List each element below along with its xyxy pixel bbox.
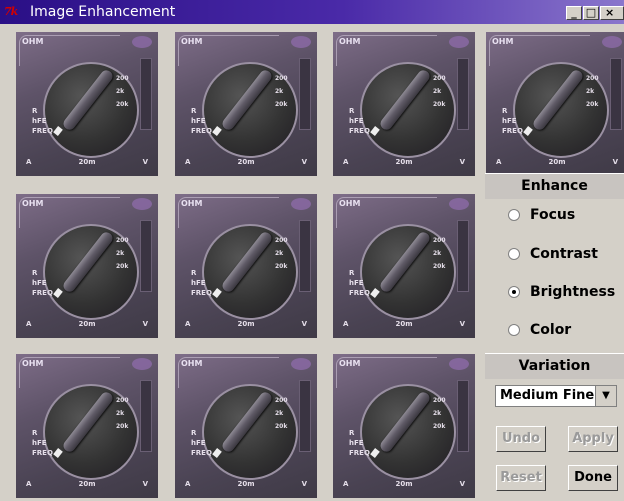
variation-thumbnail-8[interactable]: OHM RhFE FREQ 200 2k 20k A 20m V	[16, 354, 158, 498]
display-strip	[299, 380, 311, 452]
enhance-option-focus[interactable]: Focus	[508, 205, 575, 225]
dropdown-arrow-icon[interactable]: ▼	[595, 386, 616, 406]
undo-button[interactable]: Undo	[496, 426, 546, 452]
radio-label: Focus	[530, 207, 576, 223]
display-strip	[140, 58, 152, 130]
radio-button[interactable]	[508, 248, 520, 260]
variation-thumbnail-5[interactable]: OHM RhFE FREQ 200 2k 20k A 20m V	[16, 194, 158, 338]
plug-image	[449, 358, 469, 370]
dial-side-labels: RhFE FREQ	[32, 269, 53, 297]
dial-side-labels: RhFE FREQ	[191, 269, 212, 297]
dial-scale-labels: 200 2k 20k	[433, 397, 446, 430]
plug-image	[449, 198, 469, 210]
variation-thumbnail-1[interactable]: OHM RhFE FREQ 200 2k 20k A 20m V	[16, 32, 158, 176]
minimize-button[interactable]: _	[566, 6, 582, 20]
display-strip	[457, 220, 469, 292]
thumbnail-mode-label: OHM	[339, 199, 361, 208]
dial-side-labels: RhFE FREQ	[191, 429, 212, 457]
dial-side-labels: RhFE FREQ	[32, 107, 53, 135]
display-strip	[457, 58, 469, 130]
maximize-button[interactable]: □	[583, 6, 599, 20]
dial-scale-labels: 200 2k 20k	[275, 237, 288, 270]
dial-side-labels: RhFE FREQ	[32, 429, 53, 457]
display-strip	[140, 380, 152, 452]
dial-bottom-labels: A 20m V	[496, 158, 618, 166]
display-strip	[610, 58, 622, 130]
dial-bottom-labels: A 20m V	[26, 480, 148, 488]
plug-image	[132, 358, 152, 370]
enhance-header: Enhance	[485, 173, 624, 199]
thumbnail-mode-label: OHM	[22, 359, 44, 368]
variation-thumbnail-10[interactable]: OHM RhFE FREQ 200 2k 20k A 20m V	[333, 354, 475, 498]
display-strip	[299, 220, 311, 292]
plug-image	[602, 36, 622, 48]
thumbnail-mode-label: OHM	[22, 199, 44, 208]
radio-label: Contrast	[530, 246, 598, 262]
dial-bottom-labels: A 20m V	[185, 320, 307, 328]
plug-image	[291, 358, 311, 370]
radio-button[interactable]	[508, 324, 520, 336]
dial-bottom-labels: A 20m V	[343, 480, 465, 488]
plug-image	[291, 36, 311, 48]
dial-side-labels: RhFE FREQ	[191, 107, 212, 135]
dial-side-labels: RhFE FREQ	[349, 429, 370, 457]
thumbnail-mode-label: OHM	[339, 359, 361, 368]
dial-scale-labels: 200 2k 20k	[116, 397, 129, 430]
variation-select[interactable]: Medium Fine ▼	[495, 385, 617, 407]
radio-label: Brightness	[530, 284, 616, 300]
display-strip	[299, 58, 311, 130]
app-icon: 7k	[4, 5, 18, 18]
enhance-option-contrast[interactable]: Contrast	[508, 244, 598, 264]
enhance-option-color[interactable]: Color	[508, 320, 571, 340]
dial-scale-labels: 200 2k 20k	[275, 75, 288, 108]
plug-image	[132, 36, 152, 48]
dial-side-labels: RhFE FREQ	[349, 269, 370, 297]
dial-bottom-labels: A 20m V	[26, 158, 148, 166]
dial-scale-labels: 200 2k 20k	[116, 237, 129, 270]
thumbnail-mode-label: OHM	[492, 37, 514, 46]
thumbnail-mode-label: OHM	[22, 37, 44, 46]
variation-thumbnail-2[interactable]: OHM RhFE FREQ 200 2k 20k A 20m V	[175, 32, 317, 176]
dial-bottom-labels: A 20m V	[343, 158, 465, 166]
title-bar[interactable]: 7k Image Enhancement _ □ ×	[0, 0, 624, 24]
dial-scale-labels: 200 2k 20k	[433, 237, 446, 270]
dial-bottom-labels: A 20m V	[26, 320, 148, 328]
radio-button[interactable]	[508, 209, 520, 221]
reset-button[interactable]: Reset	[496, 465, 546, 491]
dial-scale-labels: 200 2k 20k	[275, 397, 288, 430]
apply-button[interactable]: Apply	[568, 426, 618, 452]
variation-thumbnail-3[interactable]: OHM RhFE FREQ 200 2k 20k A 20m V	[333, 32, 475, 176]
done-button[interactable]: Done	[568, 465, 618, 491]
dial-scale-labels: 200 2k 20k	[116, 75, 129, 108]
variation-thumbnail-7[interactable]: OHM RhFE FREQ 200 2k 20k A 20m V	[333, 194, 475, 338]
thumbnail-mode-label: OHM	[181, 359, 203, 368]
variation-thumbnail-4[interactable]: OHM RhFE FREQ 200 2k 20k A 20m V	[486, 32, 624, 176]
thumbnail-mode-label: OHM	[181, 37, 203, 46]
thumbnail-mode-label: OHM	[339, 37, 361, 46]
dial-side-labels: RhFE FREQ	[349, 107, 370, 135]
variation-selected-value: Medium Fine	[500, 388, 595, 403]
variation-thumbnail-6[interactable]: OHM RhFE FREQ 200 2k 20k A 20m V	[175, 194, 317, 338]
enhance-option-brightness[interactable]: Brightness	[508, 282, 615, 302]
dial-scale-labels: 200 2k 20k	[433, 75, 446, 108]
dial-side-labels: RhFE FREQ	[502, 107, 523, 135]
window-title: Image Enhancement	[30, 4, 176, 20]
radio-button-selected[interactable]	[508, 286, 520, 298]
image-enhancement-window: 7k Image Enhancement _ □ × OHM RhFE FREQ …	[0, 0, 624, 501]
dial-scale-labels: 200 2k 20k	[586, 75, 599, 108]
dial-bottom-labels: A 20m V	[185, 480, 307, 488]
variation-thumbnail-9[interactable]: OHM RhFE FREQ 200 2k 20k A 20m V	[175, 354, 317, 498]
dial-bottom-labels: A 20m V	[343, 320, 465, 328]
dial-bottom-labels: A 20m V	[185, 158, 307, 166]
thumbnail-mode-label: OHM	[181, 199, 203, 208]
radio-label: Color	[530, 322, 572, 338]
plug-image	[449, 36, 469, 48]
close-button[interactable]: ×	[600, 6, 624, 20]
plug-image	[132, 198, 152, 210]
display-strip	[457, 380, 469, 452]
variation-header: Variation	[485, 353, 624, 379]
plug-image	[291, 198, 311, 210]
display-strip	[140, 220, 152, 292]
